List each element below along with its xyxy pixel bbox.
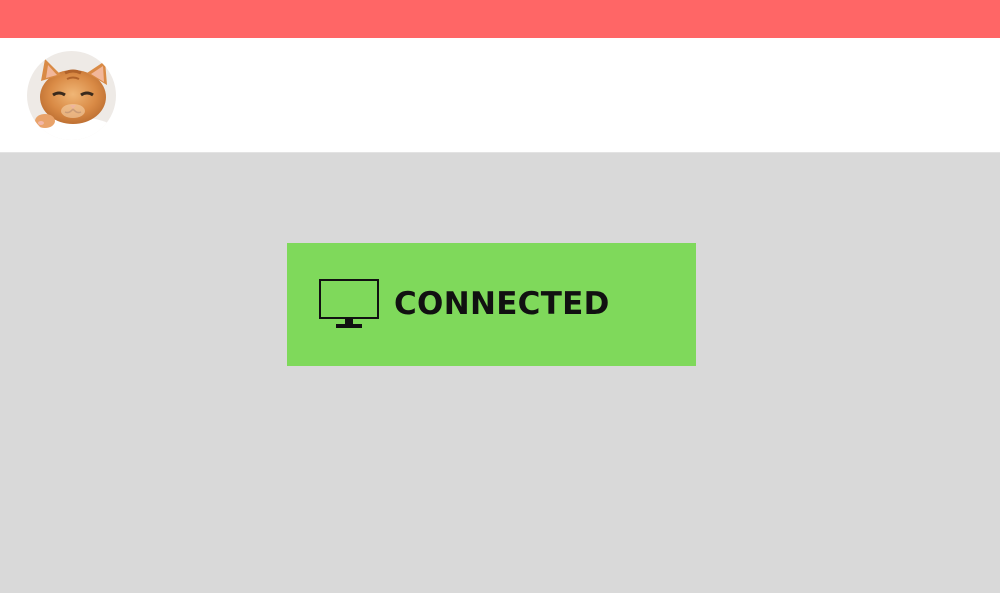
bottom-strip [0, 593, 1000, 616]
header [0, 38, 1000, 153]
top-bar [0, 0, 1000, 38]
monitor-icon [319, 279, 379, 328]
status-label: CONNECTED [394, 286, 610, 322]
connection-status-banner: CONNECTED [287, 243, 696, 366]
main-area: CONNECTED [0, 153, 1000, 593]
kitten-avatar-icon [27, 51, 116, 140]
avatar[interactable] [27, 51, 116, 140]
